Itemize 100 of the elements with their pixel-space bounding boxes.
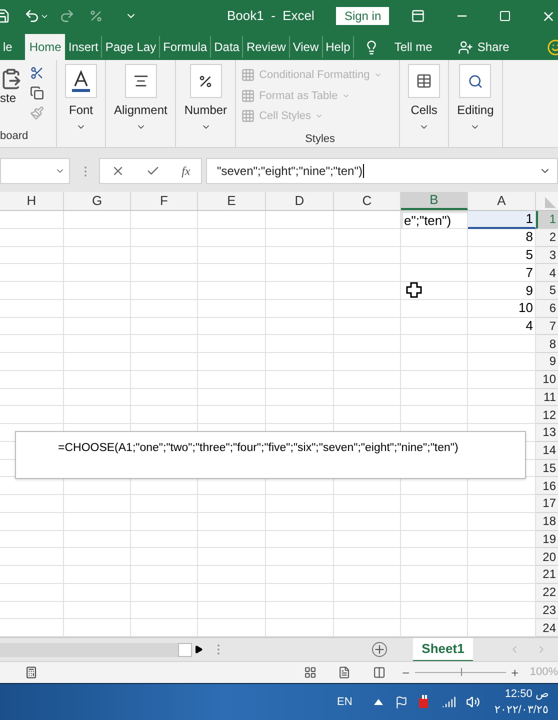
new-sheet-icon[interactable] [372, 642, 387, 657]
ribbon-display-icon[interactable] [411, 9, 426, 23]
ribbon-tab[interactable]: Insert [65, 36, 102, 58]
row-header[interactable]: 3 [536, 246, 558, 264]
table-cell [401, 318, 468, 336]
ribbon-tab[interactable]: Help [322, 36, 354, 58]
ribbon-tab[interactable]: View [290, 36, 323, 58]
column-header[interactable]: B [401, 192, 468, 210]
table-style-icon [241, 109, 256, 124]
ribbon-tab[interactable]: le [0, 36, 16, 58]
cells-button[interactable]: Cells [410, 104, 438, 116]
table-cell [334, 388, 401, 406]
zoom-in-icon[interactable] [510, 668, 520, 678]
tell-me-button[interactable]: Tell me [394, 38, 432, 56]
ribbon-tab[interactable]: Formula [160, 36, 212, 58]
table-cell [334, 246, 401, 264]
maximize-icon[interactable] [499, 10, 512, 22]
scrollbar-thumb[interactable] [178, 642, 192, 656]
table-cell [266, 370, 334, 388]
table-icon [416, 73, 432, 89]
sheet-tab[interactable]: Sheet1 [413, 638, 473, 662]
scroll-right-arrow-icon[interactable] [194, 645, 203, 654]
copy-icon[interactable] [30, 86, 44, 100]
column-header[interactable]: E [198, 192, 266, 210]
formula-input[interactable]: "seven";"eight";"nine";"ten") [206, 158, 558, 184]
row-header[interactable]: 17 [536, 495, 558, 513]
row-header[interactable]: 9 [536, 353, 558, 371]
normal-view-icon[interactable] [304, 666, 316, 679]
table-cell [0, 264, 64, 282]
percent-icon [198, 74, 214, 88]
alignment-button[interactable]: Alignment [114, 104, 168, 116]
undo-icon[interactable] [24, 8, 40, 24]
cut-icon[interactable] [30, 66, 44, 80]
ribbon-tab[interactable]: Review [243, 36, 290, 58]
page-layout-icon[interactable] [338, 666, 351, 679]
table-cell [198, 300, 266, 318]
network-icon[interactable] [442, 695, 456, 709]
table-cell [131, 512, 198, 530]
row-header[interactable]: 18 [536, 512, 558, 530]
row-header[interactable]: 1 [536, 211, 558, 229]
clock-time[interactable]: ص 12:50 [504, 686, 548, 702]
table-cell [266, 318, 334, 336]
row-header[interactable]: 22 [536, 584, 558, 602]
sign-in-button[interactable]: Sign in [336, 7, 390, 25]
ribbon-tab[interactable]: Page Lay [102, 36, 160, 58]
table-cell [401, 335, 468, 353]
row-header[interactable]: 14 [536, 442, 558, 460]
action-center-icon[interactable] [395, 696, 408, 708]
table-cell [266, 211, 334, 229]
row-header[interactable]: 12 [536, 406, 558, 424]
show-hidden-icon[interactable] [374, 699, 384, 705]
ribbon-tab[interactable]: Data [211, 36, 244, 58]
column-header[interactable]: D [266, 192, 334, 210]
number-button[interactable]: Number [184, 104, 228, 116]
table-cell [131, 388, 198, 406]
row-header[interactable]: 13 [536, 424, 558, 442]
column-header[interactable]: H [0, 192, 64, 210]
row-header[interactable]: 21 [536, 566, 558, 584]
row-header[interactable]: 15 [536, 460, 558, 478]
font-button[interactable]: Font [68, 104, 93, 116]
insert-function-button[interactable]: fx [182, 162, 190, 180]
table-cell [266, 335, 334, 353]
row-header[interactable]: 5 [536, 282, 558, 300]
language-indicator[interactable]: EN [337, 694, 352, 710]
table-cell [401, 264, 468, 282]
table-cell [334, 211, 401, 229]
table-cell [198, 246, 266, 264]
paste-icon[interactable] [0, 68, 22, 90]
power-icon[interactable] [418, 695, 430, 709]
clock-date[interactable]: ٢٠٢٢/٠٣/٢٥ [494, 702, 548, 718]
row-header[interactable]: 19 [536, 530, 558, 548]
paste-button[interactable]: ste [0, 92, 16, 104]
share-button[interactable]: Share [477, 38, 510, 56]
column-header[interactable]: G [64, 192, 131, 210]
row-header[interactable]: 16 [536, 477, 558, 495]
row-header[interactable]: 11 [536, 388, 558, 406]
row-header[interactable]: 8 [536, 335, 558, 353]
row-header[interactable]: 10 [536, 370, 558, 388]
page-break-icon[interactable] [372, 666, 386, 679]
window-title: Book1 - Excel [227, 7, 314, 26]
table-cell [334, 335, 401, 353]
row-header[interactable]: 2 [536, 228, 558, 246]
table-cell [334, 228, 401, 246]
table-cell [0, 211, 64, 229]
row-header[interactable]: 20 [536, 548, 558, 566]
column-header[interactable]: F [131, 192, 198, 210]
drag-handle-icon [217, 644, 220, 655]
row-header[interactable]: 6 [536, 300, 558, 318]
row-header[interactable]: 7 [536, 318, 558, 336]
table-cell [131, 318, 198, 336]
table-cell [64, 512, 131, 530]
row-header[interactable]: 23 [536, 602, 558, 620]
share-icon [458, 40, 474, 54]
volume-icon[interactable] [466, 695, 480, 709]
row-header[interactable]: 24 [536, 619, 558, 637]
editing-button[interactable]: Editing [457, 104, 494, 116]
ribbon-tab[interactable]: Home [25, 34, 66, 60]
horizontal-scrollbar[interactable] [0, 642, 178, 656]
row-header[interactable]: 4 [536, 264, 558, 282]
table-cell [401, 246, 468, 264]
